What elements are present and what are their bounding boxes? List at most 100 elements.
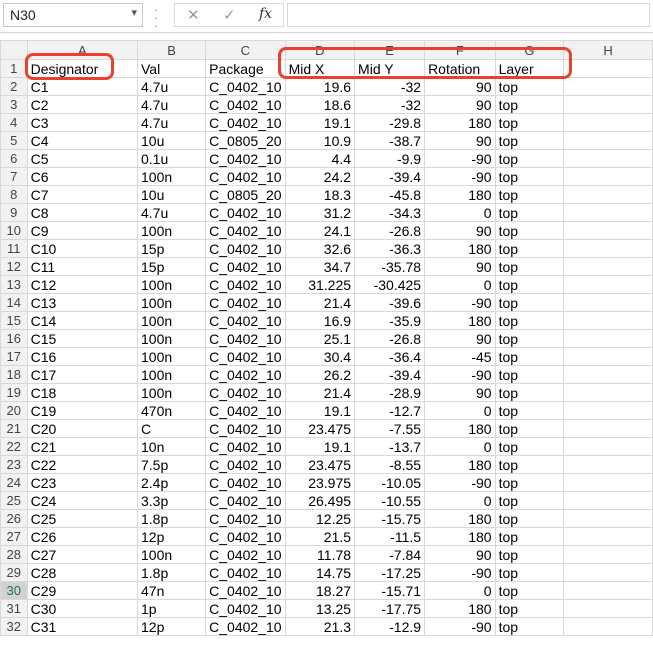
cell-b[interactable]: 2.4p — [136, 473, 207, 492]
cell-h[interactable] — [563, 257, 653, 276]
enter-check-icon[interactable]: ✓ — [223, 6, 236, 24]
cell-b[interactable]: C — [136, 419, 207, 438]
cell-f[interactable]: 180 — [424, 113, 496, 132]
cell-g[interactable]: top — [494, 113, 565, 132]
cell-h[interactable] — [563, 185, 653, 204]
cell-a[interactable]: C1 — [26, 77, 139, 96]
cell-a[interactable]: C13 — [26, 293, 139, 312]
cell-e[interactable]: Mid Y — [354, 59, 426, 78]
row-header[interactable]: 11 — [0, 239, 28, 258]
cell-e[interactable]: -10.55 — [354, 491, 426, 510]
cell-e[interactable]: -34.3 — [354, 203, 426, 222]
cell-a[interactable]: C23 — [26, 473, 139, 492]
cell-g[interactable]: top — [494, 293, 565, 312]
column-header-c[interactable]: C — [205, 40, 286, 60]
row-header[interactable]: 3 — [0, 95, 28, 114]
cell-b[interactable]: 100n — [136, 545, 207, 564]
cell-b[interactable]: 4.7u — [136, 203, 207, 222]
cell-d[interactable]: 18.27 — [284, 581, 356, 600]
row-header[interactable]: 20 — [0, 401, 28, 420]
cell-c[interactable]: C_0402_10 — [205, 293, 286, 312]
select-all-corner[interactable] — [0, 40, 28, 60]
row-header[interactable]: 4 — [0, 113, 28, 132]
cell-e[interactable]: -30.425 — [354, 275, 426, 294]
row-header[interactable]: 9 — [0, 203, 28, 222]
cell-e[interactable]: -10.05 — [354, 473, 426, 492]
row-header[interactable]: 21 — [0, 419, 28, 438]
cell-g[interactable]: top — [494, 617, 565, 636]
cell-d[interactable]: 30.4 — [284, 347, 356, 366]
cell-f[interactable]: 0 — [424, 275, 496, 294]
cell-c[interactable]: C_0402_10 — [205, 329, 286, 348]
cell-b[interactable]: 4.7u — [136, 113, 207, 132]
cell-b[interactable]: 470n — [136, 401, 207, 420]
cell-e[interactable]: -7.84 — [354, 545, 426, 564]
cell-a[interactable]: C25 — [26, 509, 139, 528]
cell-g[interactable]: top — [494, 437, 565, 456]
row-header[interactable]: 24 — [0, 473, 28, 492]
cell-g[interactable]: top — [494, 203, 565, 222]
row-header[interactable]: 10 — [0, 221, 28, 240]
cell-a[interactable]: C7 — [26, 185, 139, 204]
cell-d[interactable]: 24.1 — [284, 221, 356, 240]
cell-g[interactable]: top — [494, 239, 565, 258]
cell-b[interactable]: 100n — [136, 365, 207, 384]
cell-e[interactable]: -39.4 — [354, 167, 426, 186]
cell-b[interactable]: 100n — [136, 275, 207, 294]
row-header[interactable]: 2 — [0, 77, 28, 96]
column-header-b[interactable]: B — [136, 40, 207, 60]
cell-a[interactable]: C18 — [26, 383, 139, 402]
cell-a[interactable]: C28 — [26, 563, 139, 582]
cell-h[interactable] — [563, 599, 653, 618]
cell-f[interactable]: -90 — [424, 149, 496, 168]
cell-c[interactable]: C_0402_10 — [205, 581, 286, 600]
cell-f[interactable]: 90 — [424, 383, 496, 402]
insert-function-icon[interactable]: fx — [259, 6, 272, 22]
cell-e[interactable]: -15.75 — [354, 509, 426, 528]
cell-e[interactable]: -8.55 — [354, 455, 426, 474]
column-header-e[interactable]: E — [354, 40, 426, 60]
cell-h[interactable] — [563, 473, 653, 492]
cell-f[interactable]: Rotation — [424, 59, 496, 78]
cell-g[interactable]: top — [494, 383, 565, 402]
cell-e[interactable]: -32 — [354, 77, 426, 96]
cell-f[interactable]: 0 — [424, 437, 496, 456]
cell-d[interactable]: 23.475 — [284, 455, 356, 474]
cell-c[interactable]: C_0402_10 — [205, 221, 286, 240]
cell-c[interactable]: C_0402_10 — [205, 347, 286, 366]
cell-d[interactable]: 14.75 — [284, 563, 356, 582]
cell-h[interactable] — [563, 455, 653, 474]
cell-f[interactable]: -45 — [424, 347, 496, 366]
cell-b[interactable]: 4.7u — [136, 77, 207, 96]
cell-f[interactable]: -90 — [424, 563, 496, 582]
row-header[interactable]: 32 — [0, 617, 28, 636]
cell-c[interactable]: C_0402_10 — [205, 311, 286, 330]
row-header[interactable]: 6 — [0, 149, 28, 168]
row-header[interactable]: 5 — [0, 131, 28, 150]
cell-a[interactable]: C15 — [26, 329, 139, 348]
cell-d[interactable]: 26.495 — [284, 491, 356, 510]
cell-c[interactable]: C_0402_10 — [205, 509, 286, 528]
cell-f[interactable]: 90 — [424, 221, 496, 240]
cell-c[interactable]: C_0402_10 — [205, 257, 286, 276]
cell-f[interactable]: 90 — [424, 257, 496, 276]
cell-d[interactable]: 23.975 — [284, 473, 356, 492]
cell-f[interactable]: 180 — [424, 509, 496, 528]
cell-h[interactable] — [563, 509, 653, 528]
cell-a[interactable]: C8 — [26, 203, 139, 222]
cell-d[interactable]: 23.475 — [284, 419, 356, 438]
cell-g[interactable]: top — [494, 455, 565, 474]
cell-e[interactable]: -36.4 — [354, 347, 426, 366]
cell-f[interactable]: 180 — [424, 527, 496, 546]
name-box[interactable]: N30 ▾ — [3, 3, 143, 27]
cell-c[interactable]: C_0402_10 — [205, 239, 286, 258]
cell-c[interactable]: Package — [205, 59, 286, 78]
cell-f[interactable]: 0 — [424, 491, 496, 510]
cell-h[interactable] — [563, 239, 653, 258]
cell-e[interactable]: -11.5 — [354, 527, 426, 546]
cell-a[interactable]: Designator — [26, 59, 139, 78]
cell-d[interactable]: 32.6 — [284, 239, 356, 258]
drag-handle-icon[interactable]: · · · — [154, 3, 158, 32]
cell-d[interactable]: 18.6 — [284, 95, 356, 114]
cell-e[interactable]: -26.8 — [354, 329, 426, 348]
